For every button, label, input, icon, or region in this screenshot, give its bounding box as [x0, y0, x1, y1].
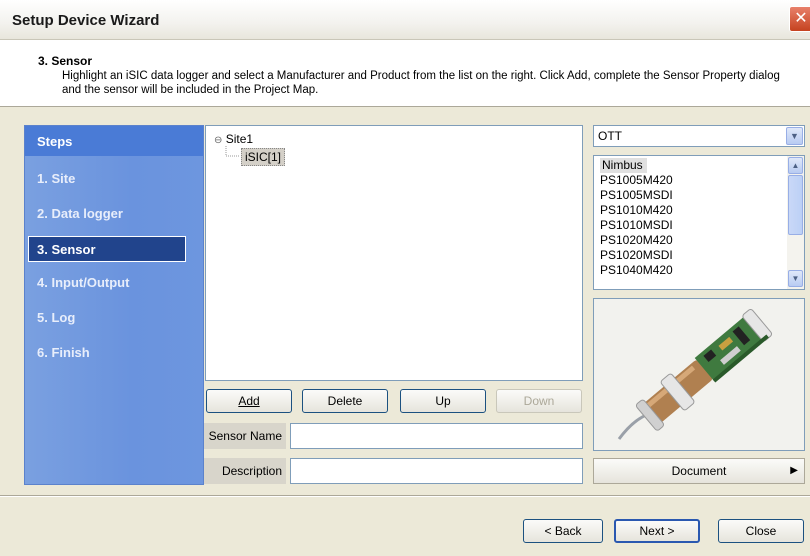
sensor-device-image [594, 299, 804, 450]
close-button[interactable]: Close [718, 519, 804, 543]
product-item-selected[interactable]: Nimbus [600, 158, 647, 173]
window-title: Setup Device Wizard [12, 12, 160, 29]
step-log[interactable]: 5. Log [29, 305, 187, 331]
tree-node-isic[interactable]: iSIC[1] [241, 148, 286, 166]
description-label: Description [204, 458, 286, 484]
step-data-logger[interactable]: 2. Data logger [29, 201, 187, 227]
chevron-right-icon: ▶ [790, 465, 798, 476]
manufacturer-selected: OTT [598, 129, 622, 143]
delete-button-label: Delete [327, 394, 363, 408]
list-item[interactable]: PS1020M420 [598, 233, 783, 248]
list-item[interactable]: PS1005MSDI [598, 188, 783, 203]
step-heading: 3. Sensor [38, 54, 93, 68]
footer-divider-highlight [0, 496, 810, 497]
down-button-label: Down [523, 394, 555, 408]
product-scrollbar[interactable]: ▲ ▼ [787, 156, 804, 289]
step-input-output[interactable]: 4. Input/Output [29, 270, 187, 296]
list-item[interactable]: PS1005M420 [598, 173, 783, 188]
list-item[interactable]: PS1040M420 [598, 263, 783, 278]
step-sensor[interactable]: 3. Sensor [28, 236, 186, 262]
tree-node-site[interactable]: ⊖ Site1 [214, 132, 253, 146]
list-item[interactable]: PS1010M420 [598, 203, 783, 218]
close-window-icon[interactable]: ✕ [789, 6, 810, 32]
list-item[interactable]: Nimbus [598, 158, 783, 173]
step-site[interactable]: 1. Site [29, 166, 187, 192]
list-item[interactable]: PS1020MSDI [598, 248, 783, 263]
scroll-up-icon[interactable]: ▲ [788, 157, 803, 174]
wizard-content: Steps 1. Site 2. Data logger 3. Sensor 4… [8, 115, 805, 485]
wizard-header: 3. Sensor Highlight an iSIC data logger … [0, 40, 810, 107]
delete-button[interactable]: Delete [302, 389, 388, 413]
document-button[interactable]: Document ▶ [593, 458, 805, 484]
sensor-name-label: Sensor Name [204, 423, 286, 449]
title-bar: Setup Device Wizard ✕ [0, 0, 810, 40]
next-button[interactable]: Next > [614, 519, 700, 543]
collapse-icon[interactable]: ⊖ [214, 135, 222, 146]
document-button-label: Document [671, 464, 727, 478]
up-button-label: Up [435, 394, 451, 408]
add-button[interactable]: Add [206, 389, 292, 413]
manufacturer-dropdown[interactable]: OTT ▼ [593, 125, 805, 147]
down-button[interactable]: Down [496, 389, 582, 413]
add-button-label: Add [238, 394, 260, 408]
scroll-thumb[interactable] [788, 175, 803, 235]
description-field[interactable] [290, 458, 583, 484]
product-listbox[interactable]: Nimbus PS1005M420 PS1005MSDI PS1010M420 … [593, 155, 805, 290]
sensor-name-field[interactable] [290, 423, 583, 449]
project-tree[interactable]: ⊖ Site1 iSIC[1] [205, 125, 583, 381]
list-item[interactable]: PS1010MSDI [598, 218, 783, 233]
back-button[interactable]: < Back [523, 519, 603, 543]
up-button[interactable]: Up [400, 389, 486, 413]
steps-panel: Steps 1. Site 2. Data logger 3. Sensor 4… [24, 125, 204, 485]
step-finish[interactable]: 6. Finish [29, 340, 187, 366]
product-list: Nimbus PS1005M420 PS1005MSDI PS1010M420 … [598, 158, 783, 278]
product-image [593, 298, 805, 451]
steps-title: Steps [25, 126, 203, 156]
tree-connector [225, 146, 239, 157]
tree-node-site-label: Site1 [225, 132, 254, 146]
chevron-down-icon[interactable]: ▼ [786, 127, 803, 145]
scroll-down-icon[interactable]: ▼ [788, 270, 803, 287]
step-description: Highlight an iSIC data logger and select… [62, 70, 780, 96]
